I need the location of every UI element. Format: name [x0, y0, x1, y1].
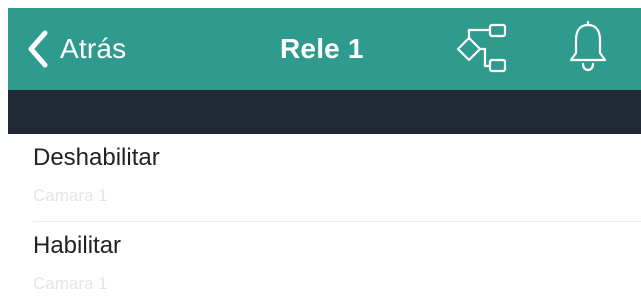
navigation-bar: Atrás Rele 1 [8, 8, 641, 90]
item-subtitle: Camara 1 [33, 186, 108, 205]
item-title: Deshabilitar [33, 144, 160, 171]
screen: Atrás Rele 1 Deshabilitar Camara 1 Habil… [0, 0, 641, 298]
list-item[interactable]: Deshabilitar Camara 1 [0, 134, 641, 221]
list-item[interactable]: Habilitar Camara 1 [0, 222, 641, 298]
bell-icon[interactable] [567, 20, 609, 74]
chevron-left-icon [28, 30, 48, 68]
back-label: Atrás [60, 33, 127, 64]
item-subtitle: Camara 1 [33, 274, 108, 293]
workflow-icon[interactable] [455, 21, 509, 75]
back-button[interactable]: Atrás [8, 8, 158, 90]
item-title: Habilitar [33, 232, 122, 259]
section-header [8, 90, 641, 134]
page-title: Rele 1 [280, 33, 364, 64]
